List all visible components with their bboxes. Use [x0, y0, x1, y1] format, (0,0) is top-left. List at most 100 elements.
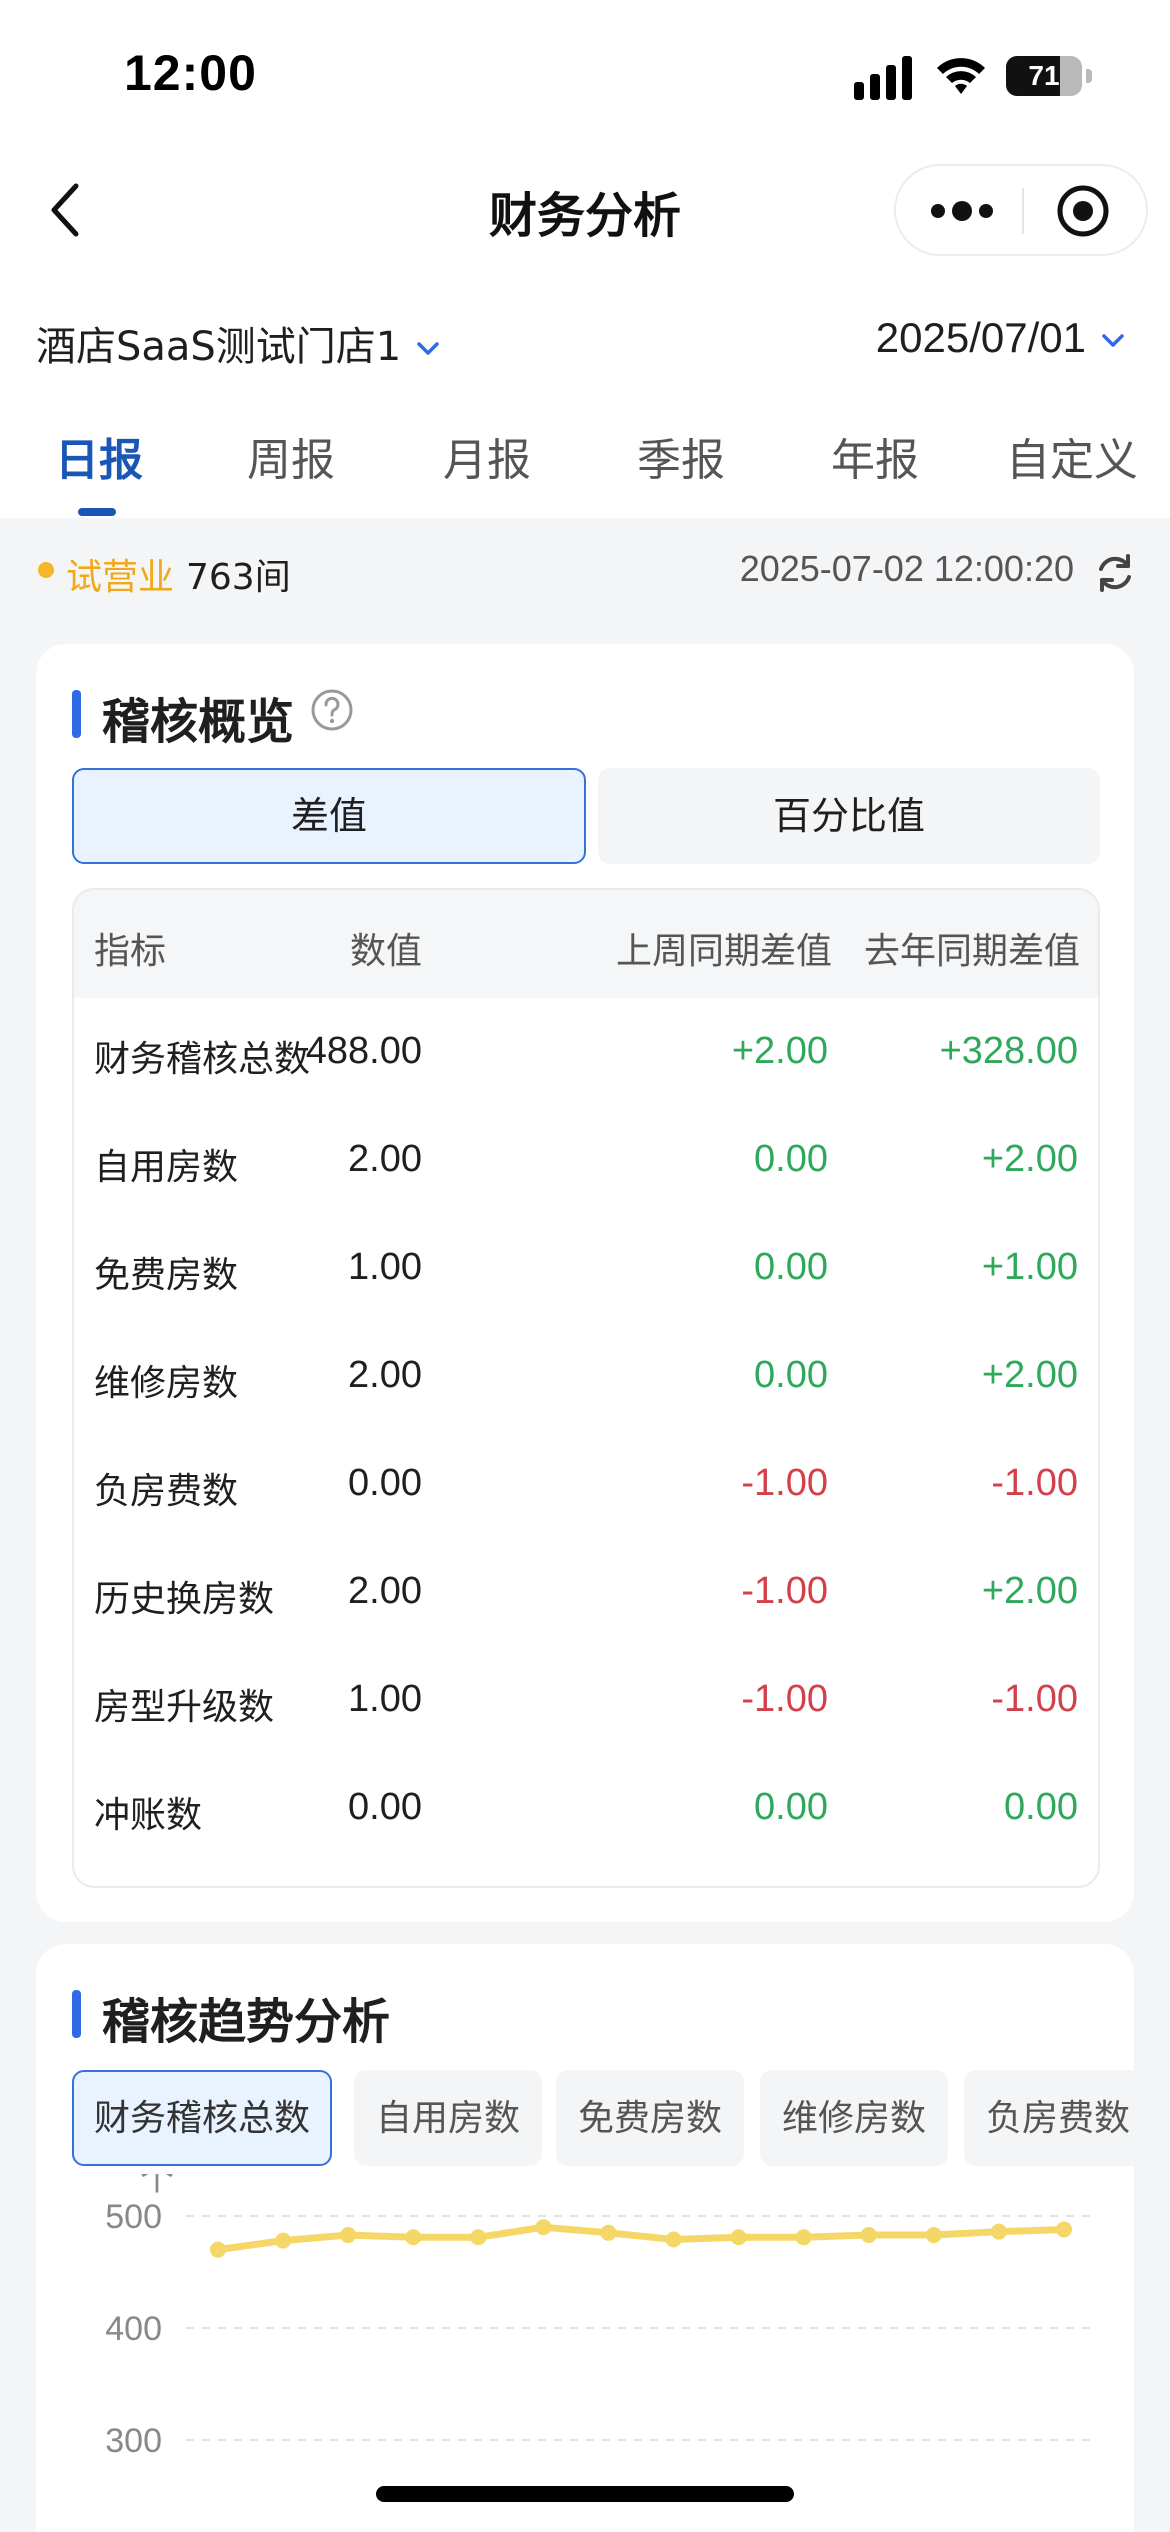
- chevron-down-icon: [1102, 334, 1124, 347]
- status-dot: [38, 562, 54, 578]
- table-header: 指标 数值 上周同期差值 去年同期差值: [74, 890, 1098, 998]
- header-year-diff: 去年同期差值: [863, 931, 1080, 972]
- data-point: [795, 2229, 812, 2246]
- chip-self-use-rooms[interactable]: 自用房数: [354, 2070, 543, 2166]
- tab-custom[interactable]: 自定义: [1004, 424, 1140, 488]
- help-icon[interactable]: [310, 688, 354, 732]
- refresh-icon[interactable]: [1094, 552, 1136, 594]
- y-tick-label: 500: [105, 2198, 162, 2236]
- data-point: [470, 2229, 487, 2246]
- row-week-diff: -1.00: [741, 1570, 828, 1612]
- data-point: [730, 2229, 747, 2246]
- row-year-diff: +2.00: [981, 1354, 1078, 1396]
- header-week-diff: 上周同期差值: [615, 931, 832, 972]
- update-time: 2025-07-02 12:00:20: [739, 548, 1074, 589]
- row-year-diff: -1.00: [991, 1678, 1078, 1720]
- row-metric: 自用房数: [94, 1147, 239, 1188]
- store-name: 酒店SaaS测试门店1: [36, 324, 402, 370]
- row-year-diff: 0.00: [1004, 1786, 1078, 1828]
- row-week-diff: 0.00: [754, 1138, 828, 1180]
- row-week-diff: -1.00: [741, 1462, 828, 1504]
- chip-free-rooms[interactable]: 免费房数: [556, 2070, 745, 2166]
- chevron-down-icon: [417, 342, 440, 355]
- overview-title: 稽核概览: [102, 694, 295, 750]
- status-bar: 12:00 71: [0, 0, 1170, 150]
- row-week-diff: 0.00: [754, 1246, 828, 1288]
- filter-row: 酒店SaaS测试门店1 2025/07/01: [0, 300, 1170, 380]
- chip-negative-fee-rooms[interactable]: 负房费数: [964, 2070, 1134, 2166]
- audit-overview-card: 稽核概览 差值 百分比值 指标 数值 上周同期差值 去年同期差值 财务稽核总数 …: [36, 644, 1134, 1922]
- row-value: 1.00: [348, 1678, 422, 1720]
- row-value: 0.00: [348, 1786, 422, 1828]
- data-point: [990, 2223, 1007, 2240]
- store-selector[interactable]: 酒店SaaS测试门店1: [36, 314, 441, 372]
- audit-trend-card: 稽核趋势分析 财务稽核总数 自用房数 免费房数 维修房数 负房费数 个 500 40…: [36, 1944, 1134, 2532]
- row-metric: 冲账数: [94, 1795, 203, 1836]
- data-point: [600, 2224, 617, 2241]
- row-week-diff: 0.00: [754, 1786, 828, 1828]
- data-point: [665, 2231, 682, 2248]
- navigation-bar: 财务分析: [0, 150, 1170, 270]
- row-value: 2.00: [348, 1570, 422, 1612]
- data-point: [210, 2241, 226, 2258]
- row-value: 0.00: [348, 1462, 422, 1504]
- date-selector[interactable]: 2025/07/01: [876, 314, 1126, 362]
- table-row: 自用房数 2.00 0.00 +2.00: [74, 1106, 1098, 1214]
- row-metric: 免费房数: [94, 1255, 239, 1296]
- row-year-diff: +1.00: [981, 1246, 1078, 1288]
- data-point: [1056, 2221, 1072, 2238]
- row-week-diff: +2.00: [731, 1030, 828, 1072]
- row-value: 2.00: [348, 1354, 422, 1396]
- y-tick-label: 400: [105, 2310, 162, 2348]
- percentage-toggle[interactable]: 百分比值: [598, 768, 1100, 864]
- audit-table: 指标 数值 上周同期差值 去年同期差值 财务稽核总数 488.00 +2.00 …: [72, 888, 1100, 1888]
- business-status: 试营业: [66, 557, 175, 598]
- trend-line-chart: 个500 400 300: [105, 2174, 1096, 2460]
- table-row: 维修房数 2.00 0.00 +2.00: [74, 1322, 1098, 1430]
- more-icon[interactable]: [930, 198, 994, 224]
- active-tab-indicator: [78, 508, 116, 516]
- row-metric: 房型升级数: [94, 1687, 275, 1728]
- miniapp-capsule: [894, 164, 1148, 256]
- tab-monthly[interactable]: 月报: [442, 424, 532, 488]
- y-axis-unit: 个: [140, 2174, 174, 2199]
- header-value: 数值: [349, 931, 422, 972]
- row-year-diff: +328.00: [939, 1030, 1078, 1072]
- data-point: [535, 2219, 552, 2236]
- data-point: [340, 2227, 357, 2244]
- cellular-signal-icon: [854, 56, 912, 100]
- table-row: 财务稽核总数 488.00 +2.00 +328.00: [74, 998, 1098, 1106]
- info-row: 试营业 763间 2025-07-02 12:00:20: [0, 540, 1170, 604]
- status-time: 12:00: [124, 45, 257, 101]
- home-indicator[interactable]: [376, 2486, 794, 2502]
- title-accent-bar: [72, 1990, 81, 2038]
- table-row: 历史换房数 2.00 -1.00 +2.00: [74, 1538, 1098, 1646]
- close-miniapp-icon[interactable]: [1056, 184, 1110, 238]
- battery-level: 71: [1028, 60, 1060, 91]
- tab-yearly[interactable]: 年报: [830, 424, 920, 488]
- tab-quarterly[interactable]: 季报: [636, 424, 726, 488]
- battery-icon: 71: [1006, 56, 1092, 96]
- y-tick-label: 300: [105, 2422, 162, 2460]
- row-week-diff: -1.00: [741, 1678, 828, 1720]
- report-tabs: 日报 周报 月报 季报 年报 自定义: [0, 410, 1170, 518]
- selected-date: 2025/07/01: [875, 314, 1086, 361]
- metric-chips: 财务稽核总数 自用房数 免费房数 维修房数 负房费数: [72, 2070, 1134, 2166]
- data-point: [405, 2229, 422, 2246]
- row-value: 2.00: [348, 1138, 422, 1180]
- header-metric: 指标: [94, 931, 167, 972]
- data-point: [925, 2227, 942, 2244]
- tab-daily[interactable]: 日报: [54, 424, 144, 488]
- row-year-diff: +2.00: [981, 1138, 1078, 1180]
- chip-total-audits[interactable]: 财务稽核总数: [72, 2070, 333, 2166]
- chip-maintenance-rooms[interactable]: 维修房数: [760, 2070, 949, 2166]
- finance-analysis-page: 12:00 71 财务分析 酒店SaaS测试门店1 2025/07/01 日报 …: [0, 0, 1170, 2532]
- row-metric: 维修房数: [94, 1363, 239, 1404]
- header-area: 12:00 71 财务分析 酒店SaaS测试门店1 2025/07/01 日报 …: [0, 0, 1170, 518]
- row-year-diff: +2.00: [981, 1570, 1078, 1612]
- tab-weekly[interactable]: 周报: [246, 424, 336, 488]
- row-week-diff: 0.00: [754, 1354, 828, 1396]
- difference-toggle[interactable]: 差值: [72, 768, 586, 864]
- trend-title: 稽核趋势分析: [102, 1994, 391, 2050]
- table-row: 冲账数 0.00 0.00 0.00: [74, 1754, 1098, 1862]
